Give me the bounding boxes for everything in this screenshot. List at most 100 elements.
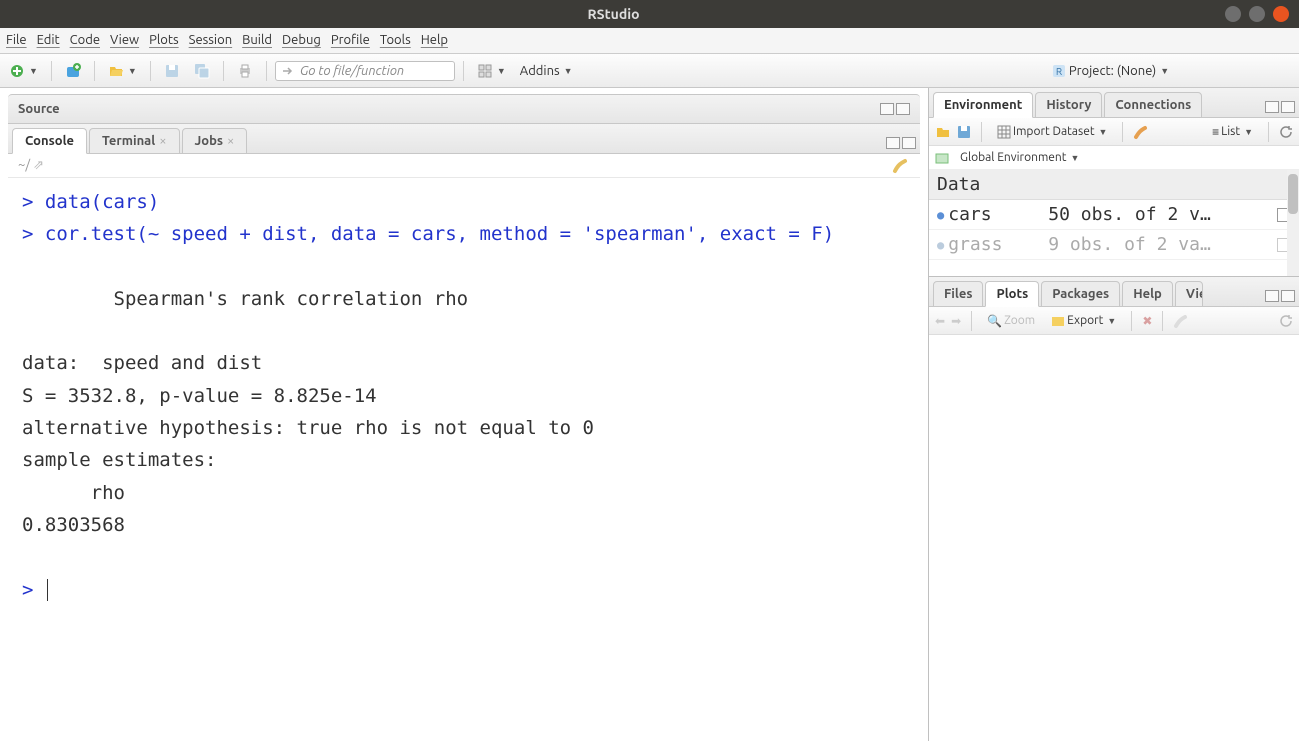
plot-clear-all-icon[interactable] xyxy=(1173,313,1189,329)
tab-history[interactable]: History xyxy=(1035,92,1102,118)
data-bullet-icon: ● xyxy=(937,238,944,252)
close-icon[interactable]: × xyxy=(159,134,166,148)
tab-viewer[interactable]: Viewer xyxy=(1175,281,1203,307)
plot-remove-icon[interactable]: ✖ xyxy=(1142,314,1152,328)
svg-text:R: R xyxy=(1056,66,1062,77)
refresh-icon[interactable] xyxy=(1279,125,1293,139)
console-working-dir: ~/ xyxy=(18,158,30,172)
scope-icon xyxy=(935,151,949,165)
window-title: RStudio xyxy=(10,6,1217,22)
tab-help[interactable]: Help xyxy=(1122,281,1173,307)
plots-pane: Files Plots Packages Help Viewer ⬅ ➡ 🔍 Z… xyxy=(929,277,1299,741)
save-all-button[interactable] xyxy=(189,60,215,82)
chevron-down-icon: ▼ xyxy=(1107,316,1116,326)
separator xyxy=(266,61,267,81)
clear-workspace-icon[interactable] xyxy=(1133,124,1149,140)
tab-jobs[interactable]: Jobs× xyxy=(182,128,248,154)
close-icon[interactable]: × xyxy=(227,134,234,148)
main-area: Source Console Terminal× Jobs× ~/ ⇗ xyxy=(0,88,1299,741)
pane-minimize-button[interactable] xyxy=(1265,101,1279,113)
export-icon xyxy=(1051,314,1065,328)
console-output-line: 0.8303568 xyxy=(22,514,136,536)
menu-profile[interactable]: Profile xyxy=(331,33,370,48)
console-output-line: sample estimates: xyxy=(22,449,216,471)
plot-export-button[interactable]: Export ▼ xyxy=(1046,311,1121,331)
pane-maximize-button[interactable] xyxy=(1281,101,1295,113)
tab-plots[interactable]: Plots xyxy=(985,281,1039,307)
pane-maximize-button[interactable] xyxy=(902,137,916,149)
pane-maximize-button[interactable] xyxy=(896,103,910,115)
chevron-down-icon: ▼ xyxy=(1071,153,1080,163)
project-r-icon: R xyxy=(1051,63,1067,79)
pane-maximize-button[interactable] xyxy=(1281,290,1295,302)
refresh-icon[interactable] xyxy=(1279,314,1293,328)
goto-arrow-icon xyxy=(282,65,294,77)
new-file-icon xyxy=(9,63,25,79)
window-maximize-button[interactable] xyxy=(1249,6,1265,22)
import-dataset-button[interactable]: Import Dataset ▼ xyxy=(992,122,1112,142)
plot-next-icon[interactable]: ➡ xyxy=(951,314,961,328)
scrollbar-thumb[interactable] xyxy=(1288,174,1298,214)
console-output[interactable]: > data(cars) > cor.test(~ speed + dist, … xyxy=(8,178,920,741)
addins-button[interactable]: Addins ▼ xyxy=(515,61,578,81)
chevron-down-icon: ▼ xyxy=(128,66,137,76)
separator xyxy=(463,61,464,81)
separator xyxy=(1131,311,1132,331)
clear-console-icon[interactable] xyxy=(892,157,910,175)
menu-code[interactable]: Code xyxy=(70,33,100,48)
environment-row-grass[interactable]: ● grass 9 obs. of 2 va… xyxy=(929,230,1299,260)
separator xyxy=(971,311,972,331)
separator xyxy=(1122,122,1123,142)
menu-tools[interactable]: Tools xyxy=(380,33,411,48)
menu-debug[interactable]: Debug xyxy=(282,33,321,48)
plot-zoom-button[interactable]: 🔍 Zoom xyxy=(982,311,1040,331)
goto-file-function-input[interactable]: Go to file/function xyxy=(275,61,455,81)
grid-button[interactable]: ▼ xyxy=(472,60,511,82)
new-project-button[interactable] xyxy=(60,60,86,82)
chevron-down-icon: ▼ xyxy=(1160,66,1169,76)
open-file-button[interactable]: ▼ xyxy=(103,60,142,82)
view-list-button[interactable]: ≡ List ▼ xyxy=(1207,122,1258,142)
project-menu[interactable]: R Project: (None) ▼ xyxy=(1046,60,1174,82)
tab-files[interactable]: Files xyxy=(933,281,983,307)
plots-canvas xyxy=(929,335,1299,741)
tab-environment[interactable]: Environment xyxy=(933,92,1033,118)
environment-scrollbar[interactable] xyxy=(1287,170,1299,276)
save-button[interactable] xyxy=(159,60,185,82)
goto-dir-icon[interactable]: ⇗ xyxy=(33,158,44,173)
console-output-line: rho xyxy=(22,482,136,504)
new-file-button[interactable]: ▼ xyxy=(4,60,43,82)
window-minimize-button[interactable] xyxy=(1225,6,1241,22)
environment-scope-button[interactable]: Global Environment ▼ xyxy=(955,148,1084,167)
window-close-button[interactable] xyxy=(1273,6,1289,22)
tab-terminal[interactable]: Terminal× xyxy=(89,128,180,154)
load-workspace-icon[interactable] xyxy=(935,124,951,140)
pane-minimize-button[interactable] xyxy=(1265,290,1279,302)
menu-edit[interactable]: Edit xyxy=(37,33,60,48)
titlebar: RStudio xyxy=(0,0,1299,28)
data-bullet-icon: ● xyxy=(937,208,944,222)
save-workspace-icon[interactable] xyxy=(957,125,971,139)
grid-icon xyxy=(477,63,493,79)
menu-help[interactable]: Help xyxy=(421,33,448,48)
left-column: Source Console Terminal× Jobs× ~/ ⇗ xyxy=(0,88,929,741)
environment-row-cars[interactable]: ● cars 50 obs. of 2 v… xyxy=(929,200,1299,230)
menu-plots[interactable]: Plots xyxy=(149,33,179,48)
environment-pane: Environment History Connections Import D… xyxy=(929,88,1299,277)
tab-connections[interactable]: Connections xyxy=(1104,92,1202,118)
environment-tabrow: Environment History Connections xyxy=(929,88,1299,118)
pane-minimize-button[interactable] xyxy=(886,137,900,149)
menu-session[interactable]: Session xyxy=(189,33,232,48)
addins-label: Addins xyxy=(520,64,560,78)
plot-prev-icon[interactable]: ⬅ xyxy=(935,314,945,328)
menu-file[interactable]: File xyxy=(6,33,27,48)
environment-search-input[interactable] xyxy=(1290,151,1293,164)
project-label: Project: (None) xyxy=(1069,64,1156,78)
pane-minimize-button[interactable] xyxy=(880,103,894,115)
tab-console[interactable]: Console xyxy=(12,128,87,154)
print-button[interactable] xyxy=(232,60,258,82)
console-path-bar: ~/ ⇗ xyxy=(8,154,920,178)
menu-build[interactable]: Build xyxy=(242,33,272,48)
menu-view[interactable]: View xyxy=(110,33,139,48)
tab-packages[interactable]: Packages xyxy=(1041,281,1120,307)
